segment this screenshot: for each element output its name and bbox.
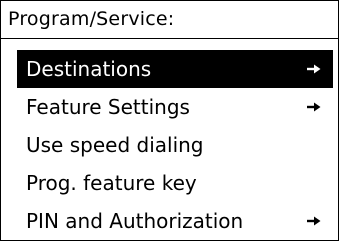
menu-item-prog-feature-key[interactable]: Prog. feature key (17, 164, 333, 202)
arrow-right-icon (306, 99, 322, 115)
title-bar: Program/Service: (1, 1, 338, 39)
arrow-right-icon (306, 213, 322, 229)
page-title: Program/Service: (8, 8, 175, 30)
menu-item-label: PIN and Authorization (26, 209, 244, 233)
menu-item-use-speed-dialing[interactable]: Use speed dialing (17, 126, 333, 164)
menu-item-feature-settings[interactable]: Feature Settings (17, 88, 333, 126)
menu-item-label: Use speed dialing (26, 133, 204, 157)
menu-item-label: Feature Settings (26, 95, 190, 119)
menu-item-label: Destinations (26, 57, 152, 81)
phone-display: Program/Service: Destinations Feature Se… (0, 0, 339, 241)
arrow-right-icon (306, 61, 322, 77)
menu-item-label: Prog. feature key (26, 171, 197, 195)
program-service-menu: Destinations Feature Settings Use speed … (17, 50, 333, 240)
menu-item-destinations[interactable]: Destinations (17, 50, 333, 88)
menu-item-pin-and-authorization[interactable]: PIN and Authorization (17, 202, 333, 240)
